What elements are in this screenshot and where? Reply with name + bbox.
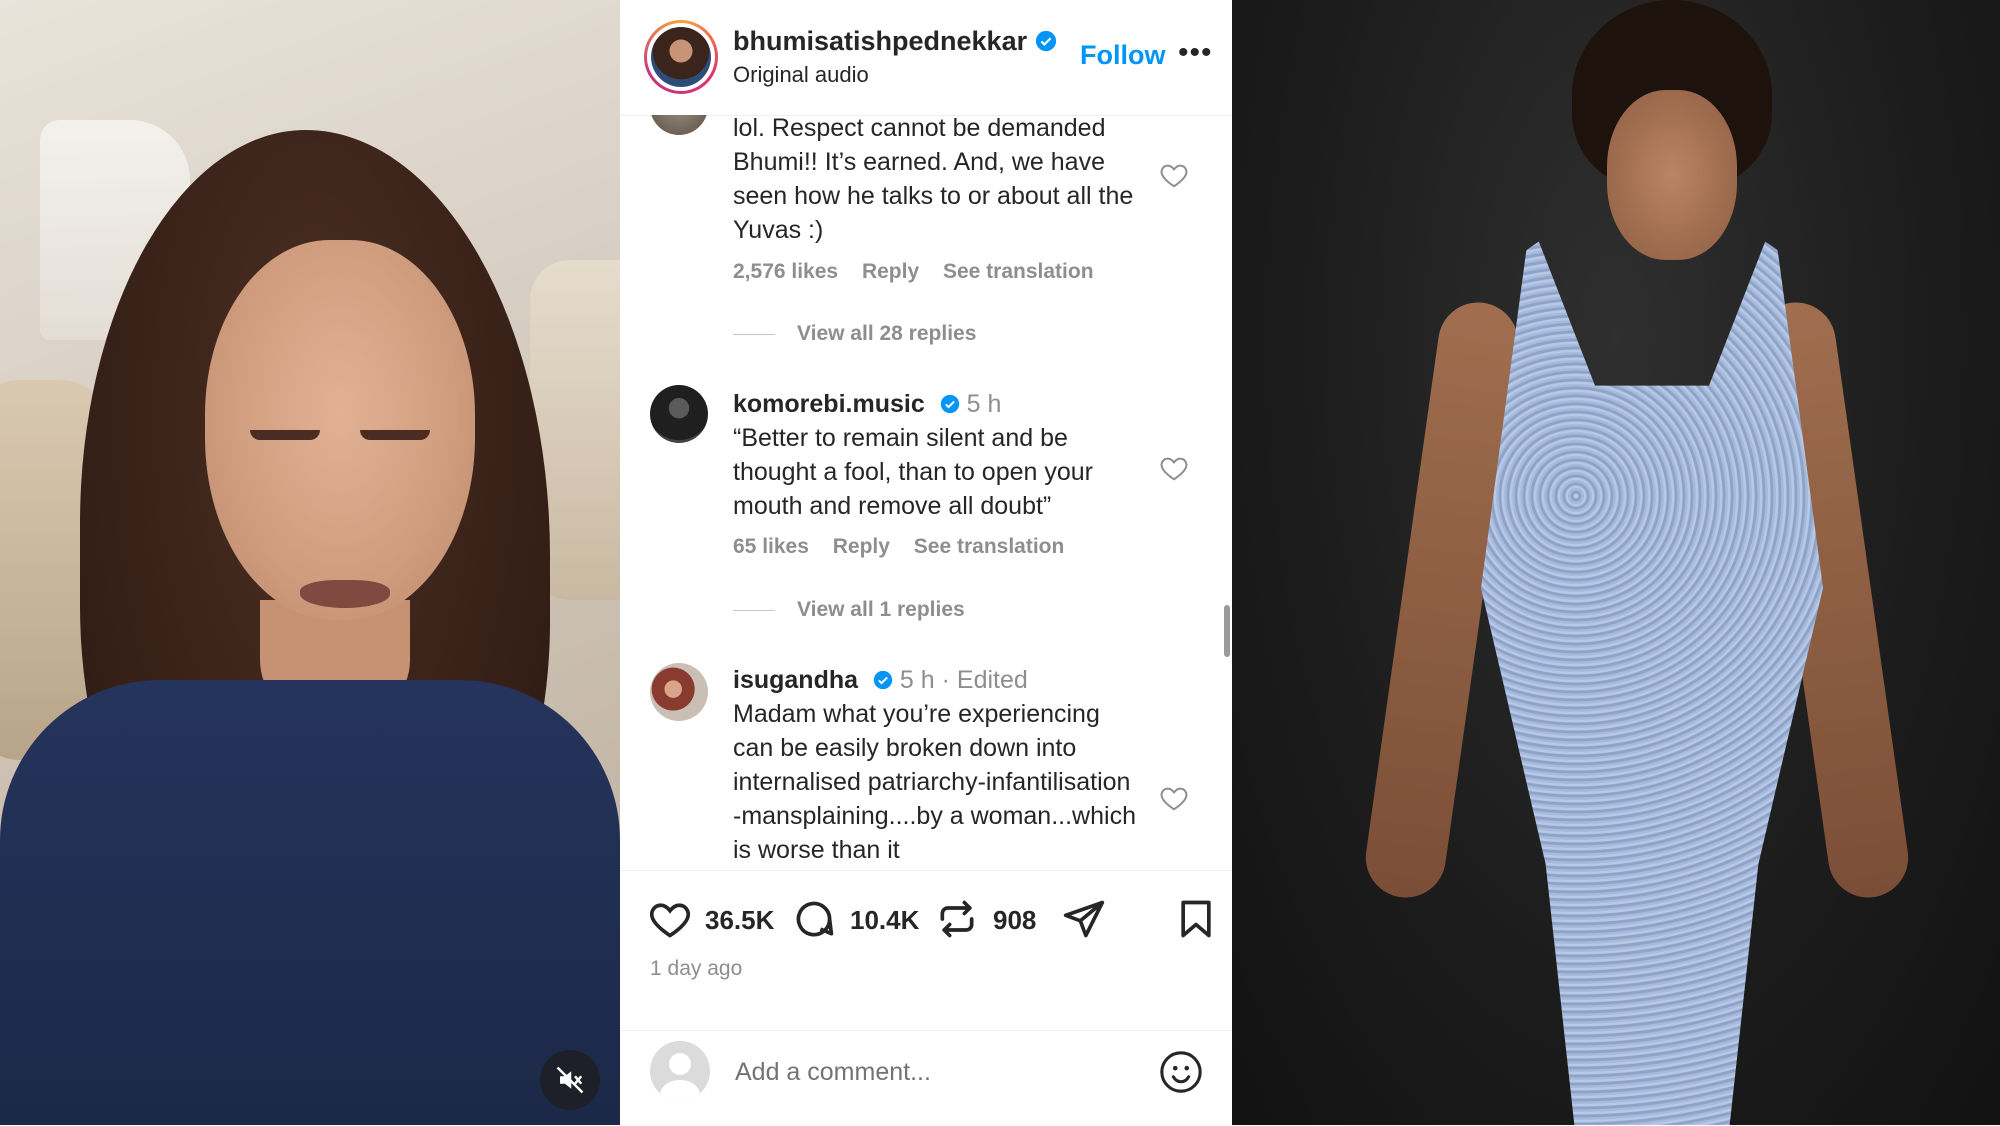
comment-input[interactable] xyxy=(733,1051,1137,1093)
woman-face xyxy=(205,240,475,620)
see-translation-button[interactable]: See translation xyxy=(943,260,1094,283)
sequin-gown xyxy=(1481,220,1823,1125)
comment-time: 5 h · Edited xyxy=(899,666,1028,694)
emoji-icon[interactable] xyxy=(1158,1049,1204,1095)
post-actions: 36.5K 10.4K 908 1 day ago xyxy=(620,870,1232,1031)
comment-meta: 65 likes Reply See translation xyxy=(733,535,1082,559)
heart-icon[interactable] xyxy=(648,897,692,941)
post-header: bhumisatishpednekkar Original audio Foll… xyxy=(620,0,1232,116)
follow-button[interactable]: Follow xyxy=(1080,40,1165,71)
verified-icon xyxy=(940,394,959,414)
reply-button[interactable]: Reply xyxy=(833,535,890,558)
share-icon[interactable] xyxy=(1062,897,1106,941)
mouth xyxy=(300,580,390,608)
mute-button[interactable] xyxy=(540,1050,600,1110)
username-text[interactable]: bhumisatishpednekkar xyxy=(733,26,1027,56)
post-panel: bhumisatishpednekkar Original audio Foll… xyxy=(620,0,1232,1125)
comment-avatar[interactable] xyxy=(650,663,708,721)
comment-username[interactable]: komorebi.music xyxy=(733,390,925,418)
heart-icon[interactable] xyxy=(1158,783,1190,813)
woman-face xyxy=(1607,90,1737,260)
comment-username[interactable]: isugandha xyxy=(733,666,858,694)
more-options-button[interactable]: ••• xyxy=(1178,36,1213,70)
comment-icon[interactable] xyxy=(792,897,836,941)
likes-total[interactable]: 36.5K xyxy=(705,905,774,936)
comment-meta: 2,576 likes Reply See translation xyxy=(733,260,1112,284)
eye-right xyxy=(360,430,430,440)
mute-icon xyxy=(556,1066,584,1094)
reposts-total[interactable]: 908 xyxy=(993,905,1036,936)
view-replies-button[interactable]: View all 28 replies xyxy=(733,322,976,346)
profile-avatar[interactable] xyxy=(644,20,718,94)
woman-shirt xyxy=(0,680,620,1125)
comment-text: Madam what you’re experiencing can be ea… xyxy=(733,700,1136,864)
avatar-image xyxy=(651,27,711,87)
repost-icon[interactable] xyxy=(935,897,979,941)
eye-left xyxy=(250,430,320,440)
add-comment-bar xyxy=(620,1030,1232,1126)
comments-total[interactable]: 10.4K xyxy=(850,905,919,936)
comments-list: lol. Respect cannot be demanded Bhumi!! … xyxy=(620,115,1232,870)
likes-count[interactable]: 2,576 likes xyxy=(733,260,838,283)
audio-label[interactable]: Original audio xyxy=(733,62,869,88)
bookmark-icon[interactable] xyxy=(1174,897,1218,941)
comment-body: komorebi.music 5 h “Better to remain sil… xyxy=(733,387,1143,523)
comment-text: lol. Respect cannot be demanded Bhumi!! … xyxy=(733,115,1134,244)
video-frame[interactable] xyxy=(0,0,620,1125)
comment-avatar[interactable] xyxy=(650,115,708,135)
post-username[interactable]: bhumisatishpednekkar xyxy=(733,26,1057,57)
heart-icon[interactable] xyxy=(1158,453,1190,483)
view-replies-button[interactable]: View all 1 replies xyxy=(733,598,965,622)
current-user-avatar xyxy=(650,1041,710,1101)
comment-text: “Better to remain silent and be thought … xyxy=(733,424,1093,520)
see-translation-button[interactable]: See translation xyxy=(914,535,1065,558)
reply-button[interactable]: Reply xyxy=(862,260,919,283)
verified-icon xyxy=(873,670,893,690)
comment-time: 5 h xyxy=(966,390,1002,418)
heart-icon[interactable] xyxy=(1158,160,1190,190)
portrait-photo xyxy=(1232,0,2000,1125)
verified-icon xyxy=(1036,30,1057,52)
likes-count[interactable]: 65 likes xyxy=(733,535,809,558)
comment-body: isugandha 5 h · Edited Madam what you’re… xyxy=(733,663,1143,867)
post-time: 1 day ago xyxy=(650,957,743,980)
comments-scrollbar[interactable] xyxy=(1224,605,1230,657)
comment-avatar[interactable] xyxy=(650,385,708,443)
